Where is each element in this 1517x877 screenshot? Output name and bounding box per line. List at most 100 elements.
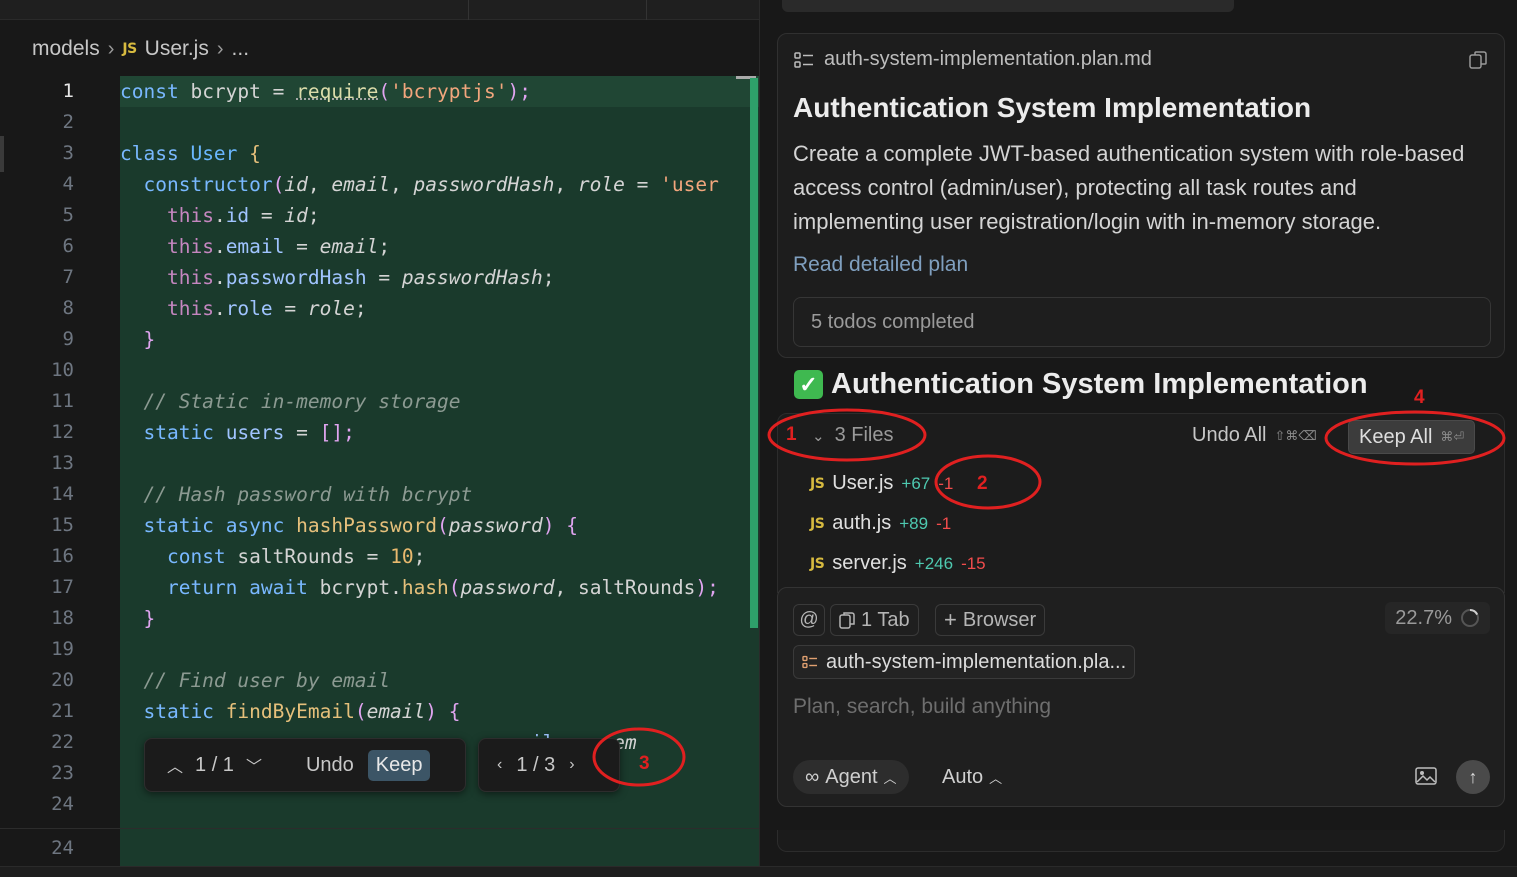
javascript-file-icon: JS	[810, 475, 825, 492]
tab-context-chip[interactable]: 1 Tab	[830, 604, 919, 636]
agent-mode-label: Agent	[825, 765, 878, 788]
todos-summary[interactable]: 5 todos completed	[793, 297, 1491, 347]
line-number: 5	[62, 204, 74, 226]
line-number: 8	[62, 297, 74, 319]
arrow-up-icon: ↑	[1468, 766, 1478, 787]
line-number: 19	[51, 638, 74, 660]
agent-mode-selector[interactable]: ∞ Agent ︿	[793, 760, 909, 794]
code-line-18: }	[143, 607, 156, 630]
image-icon[interactable]	[1415, 766, 1437, 786]
code-line-11: // Static in-memory storage	[143, 390, 461, 413]
keep-all-shortcut: ⌘⏎	[1440, 429, 1465, 444]
annotation-number: 2	[977, 473, 988, 494]
chevron-up-icon[interactable]: ︿	[167, 753, 183, 777]
mention-button[interactable]: @	[793, 604, 825, 636]
model-selector[interactable]: Auto ︿	[942, 760, 1002, 794]
browser-chip-label: Browser	[962, 608, 1037, 631]
plan-title: Authentication System Implementation	[793, 92, 1312, 123]
line-number: 3	[62, 142, 74, 164]
progress-ring-icon	[1461, 608, 1479, 627]
file-name: server.js	[832, 552, 907, 574]
files-count: 3 Files	[834, 424, 894, 446]
undo-all-button[interactable]: Undo All ⇧⌘⌫	[1192, 424, 1317, 447]
line-number: 14	[51, 483, 74, 505]
code-line-4: constructor(id, email, passwordHash, rol…	[143, 173, 719, 196]
checklist-icon	[794, 51, 813, 68]
keep-button[interactable]: Keep	[367, 749, 431, 781]
file-row[interactable]: JS User.js +67 -1	[810, 472, 953, 495]
code-line-12: static users = [];	[143, 421, 355, 444]
completion-title: Authentication System Implementation	[831, 368, 1368, 400]
chevron-right-icon: ›	[107, 37, 115, 60]
attached-file-chip[interactable]: auth-system-implementation.pla...	[793, 645, 1136, 679]
code-line-17: return await bcrypt.hash(password, saltR…	[166, 576, 719, 599]
model-label: Auto	[942, 765, 984, 788]
line-number: 13	[51, 452, 74, 474]
plan-filename: auth-system-implementation.plan.md	[824, 48, 1152, 70]
chevron-right-icon[interactable]: ›	[569, 756, 574, 774]
breadcrumb: models › JS User.js › ...	[32, 34, 249, 64]
line-number: 1	[62, 80, 74, 102]
code-line-21: static findByEmail(email) {	[143, 700, 461, 723]
chevron-up-icon: ︿	[883, 770, 897, 786]
file-row[interactable]: JS auth.js +89 -1	[810, 512, 951, 535]
line-number: 6	[62, 235, 74, 257]
javascript-file-icon: JS	[122, 41, 137, 57]
chevron-down-icon[interactable]: ﹀	[246, 753, 262, 777]
keep-all-button[interactable]: Keep All ⌘⏎	[1348, 420, 1476, 454]
chat-top-bar	[782, 0, 1234, 12]
code-content[interactable]: const bcrypt = require('bcryptjs'); clas…	[120, 76, 759, 828]
breadcrumb-file[interactable]: User.js	[145, 37, 209, 61]
file-name: User.js	[832, 472, 894, 494]
context-usage[interactable]: 22.7%	[1385, 602, 1490, 634]
lines-added: +67	[901, 473, 931, 493]
annotation-number: 3	[639, 753, 650, 774]
code-line-16: const saltRounds = 10;	[166, 545, 426, 568]
lines-removed: -1	[936, 513, 952, 533]
code-line-14: // Hash password with bcrypt	[143, 483, 473, 506]
undo-all-shortcut: ⇧⌘⌫	[1274, 427, 1317, 443]
tabs-icon	[839, 612, 855, 629]
undo-button[interactable]: Undo	[306, 754, 354, 777]
code-editor: models › JS User.js › ... 1 2 3 4 5 6 7 8 9 10 11 1…	[0, 0, 759, 877]
line-number: 9	[62, 328, 74, 350]
line-number: 15	[51, 514, 74, 536]
line-number: 7	[62, 266, 74, 288]
read-plan-link[interactable]: Read detailed plan	[793, 253, 968, 277]
plan-card: auth-system-implementation.plan.md Authe…	[777, 33, 1505, 358]
line-number: 21	[51, 700, 74, 722]
tab-chip-label: 1 Tab	[861, 608, 910, 631]
file-row[interactable]: JS server.js +246 -15	[810, 552, 986, 575]
chat-bottom-edge	[777, 830, 1505, 852]
browser-chip[interactable]: + Browser	[935, 604, 1046, 636]
lines-removed: -15	[961, 553, 986, 573]
annotation-number: 1	[786, 424, 797, 445]
hunk-counter: 1 / 1	[195, 753, 234, 776]
editor-tab-strip	[0, 0, 759, 20]
infinity-icon: ∞	[805, 765, 820, 788]
line-number: 22	[51, 731, 74, 753]
open-file-icon[interactable]	[1468, 50, 1488, 70]
chevron-left-icon[interactable]: ‹	[497, 756, 502, 774]
line-number: 4	[62, 173, 74, 195]
line-number: 2	[62, 111, 74, 133]
line-number: 24	[51, 793, 74, 815]
plan-description: Create a complete JWT-based authenticati…	[793, 141, 1465, 234]
prompt-input[interactable]	[793, 689, 1483, 725]
breadcrumb-more[interactable]: ...	[232, 37, 250, 61]
files-toggle[interactable]: ⌄ 3 Files	[812, 424, 893, 447]
line-number: 24	[51, 837, 74, 859]
javascript-file-icon: JS	[810, 515, 825, 532]
line-number: 18	[51, 607, 74, 629]
plan-file-header[interactable]: auth-system-implementation.plan.md	[794, 48, 1152, 71]
breadcrumb-folder[interactable]: models	[32, 37, 100, 61]
chevron-down-icon: ⌄	[812, 427, 825, 445]
status-bar	[0, 866, 1517, 877]
send-button[interactable]: ↑	[1456, 760, 1490, 794]
file-counter: 1 / 3	[516, 753, 556, 776]
line-number: 23	[51, 762, 74, 784]
line-number: 12	[51, 421, 74, 443]
